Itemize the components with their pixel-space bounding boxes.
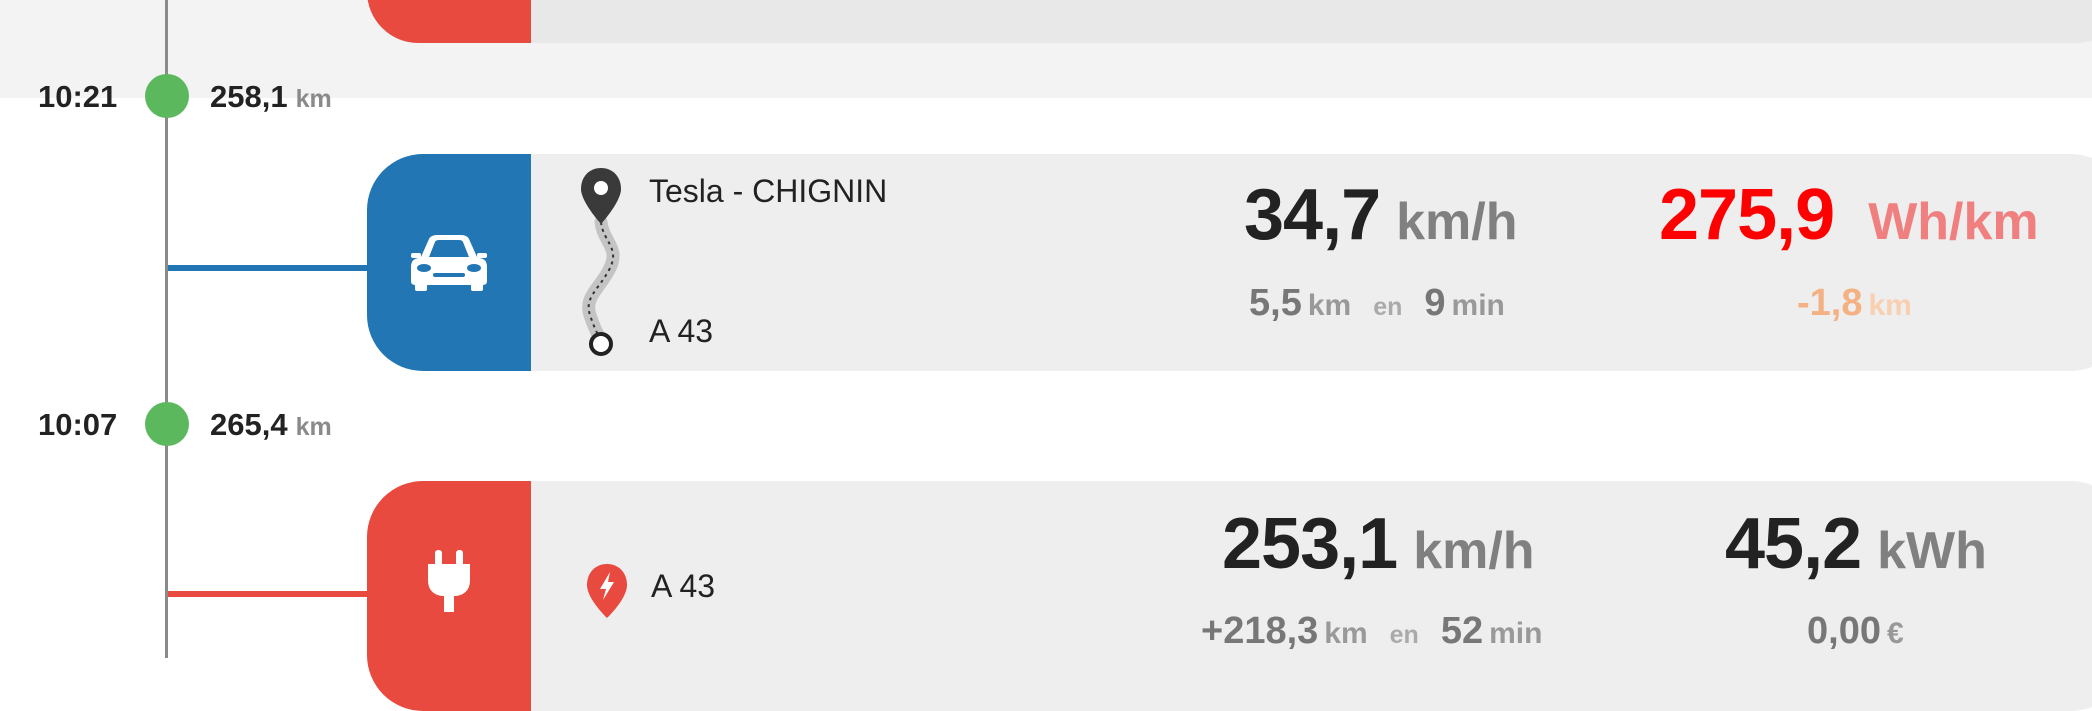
drive-consumption: 275,9 Wh/km bbox=[1659, 174, 2039, 256]
distance-value: 5,5 bbox=[1249, 282, 1302, 324]
charge-duration-value: 52 bbox=[1440, 610, 1484, 652]
cost-value: 0,00 bbox=[1807, 610, 1881, 652]
charge-card-side bbox=[367, 481, 531, 711]
consumption-value: 275,9 bbox=[1659, 175, 1835, 255]
timeline-odometer: 258,1 km bbox=[210, 79, 332, 115]
odometer-value: 265,4 bbox=[210, 407, 288, 442]
consumption-unit: Wh/km bbox=[1868, 193, 2039, 251]
range-added-unit: km bbox=[1324, 617, 1368, 650]
odometer-unit: km bbox=[295, 413, 332, 441]
odometer-value: 258,1 bbox=[210, 79, 288, 114]
charge-duration-unit: min bbox=[1489, 617, 1543, 650]
charge-range-duration: +218,3 km en 52 min bbox=[1201, 610, 1542, 653]
drive-range-delta: -1,8 km bbox=[1797, 282, 1912, 325]
timeline-odometer: 265,4 km bbox=[210, 407, 332, 443]
timeline-dot bbox=[145, 74, 189, 118]
distance-unit: km bbox=[1307, 289, 1352, 322]
en-label: en bbox=[1373, 293, 1403, 321]
charge-location: A 43 bbox=[651, 568, 716, 604]
en-label: en bbox=[1389, 621, 1419, 649]
charge-branch-line bbox=[168, 591, 368, 597]
speed-value: 34,7 bbox=[1244, 175, 1381, 255]
charge-rate: 253,1 km/h bbox=[1222, 503, 1535, 585]
timeline-dot bbox=[145, 402, 189, 446]
car-icon bbox=[407, 229, 491, 296]
range-added-value: +218,3 bbox=[1201, 610, 1319, 652]
energy-value: 45,2 bbox=[1725, 504, 1862, 584]
drive-start-location: Tesla - CHIGNIN bbox=[649, 173, 888, 209]
charge-rate-unit: km/h bbox=[1413, 522, 1535, 580]
drive-average-speed: 34,7 km/h bbox=[1244, 174, 1518, 256]
plug-icon bbox=[426, 549, 472, 617]
drive-distance-duration: 5,5 km en 9 min bbox=[1249, 282, 1505, 325]
speed-unit: km/h bbox=[1396, 193, 1518, 251]
odometer-unit: km bbox=[295, 85, 332, 113]
charge-card[interactable]: A 43 253,1 km/h 45,2 kWh +218,3 km en 52 min 0… bbox=[367, 481, 2092, 711]
charging-location-pin-icon bbox=[585, 563, 629, 624]
previous-charge-card-side bbox=[367, 0, 531, 43]
duration-value: 9 bbox=[1424, 282, 1446, 324]
previous-charge-card[interactable] bbox=[367, 0, 2092, 43]
charge-energy: 45,2 kWh bbox=[1725, 503, 1987, 585]
range-delta-value: -1,8 bbox=[1797, 282, 1863, 324]
drive-card[interactable]: Tesla - CHIGNIN A 43 34,7 km/h 275,9 Wh/km… bbox=[367, 154, 2092, 371]
range-delta-unit: km bbox=[1868, 289, 1912, 322]
energy-unit: kWh bbox=[1877, 522, 1987, 580]
drive-card-side bbox=[367, 154, 531, 371]
route-icon bbox=[577, 166, 627, 361]
charge-rate-value: 253,1 bbox=[1222, 504, 1398, 584]
drive-branch-line bbox=[168, 265, 368, 271]
cost-unit: € bbox=[1886, 617, 1904, 650]
timeline-time: 10:21 bbox=[38, 79, 118, 114]
drive-end-location: A 43 bbox=[649, 313, 714, 349]
duration-unit: min bbox=[1451, 289, 1505, 322]
charge-cost: 0,00 € bbox=[1807, 610, 1904, 653]
timeline-time: 10:07 bbox=[38, 407, 118, 442]
